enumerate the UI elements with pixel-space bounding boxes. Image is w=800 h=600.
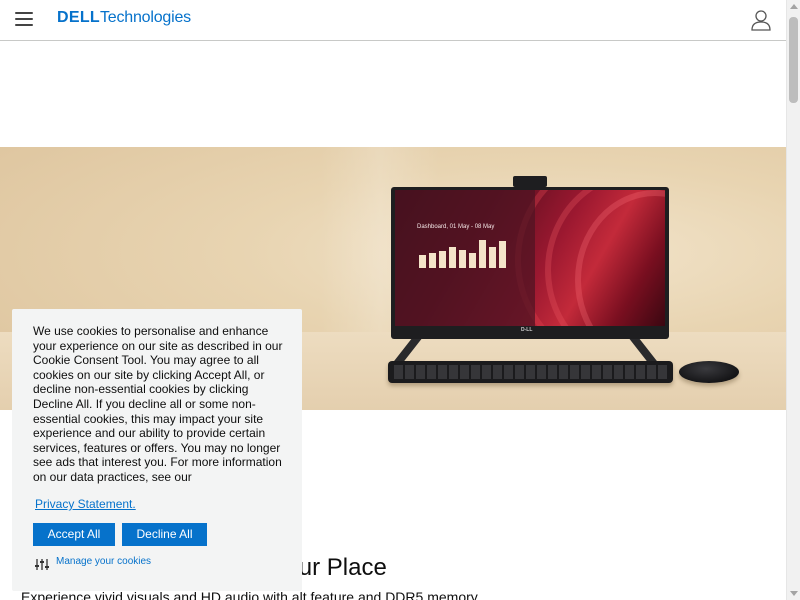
- privacy-statement-link[interactable]: Privacy Statement.: [35, 497, 136, 511]
- screen-dashboard-title: Dashboard, 01 May - 08 May: [417, 224, 495, 230]
- all-in-one-monitor: Dashboard, 01 May - 08 May D-LL: [391, 187, 669, 339]
- monitor-screen: Dashboard, 01 May - 08 May: [395, 190, 665, 326]
- screen-dashboard-bar: [419, 255, 426, 268]
- screen-dashboard-bar: [459, 250, 466, 268]
- decline-all-button[interactable]: Decline All: [122, 523, 207, 546]
- manage-cookies-label: Manage your cookies: [56, 556, 152, 567]
- screen-dashboard-chart: [419, 238, 509, 268]
- dell-technologies-logo[interactable]: DELLTechnologies: [57, 9, 191, 27]
- page-scrollbar[interactable]: [786, 0, 800, 600]
- keyboard: [388, 361, 673, 383]
- scroll-down-arrow-icon[interactable]: [790, 591, 798, 596]
- logo-brand: DELL: [57, 9, 100, 26]
- logo-suffix: Technologies: [99, 9, 191, 26]
- screen-dashboard-bar: [469, 253, 476, 268]
- cookie-consent-banner: We use cookies to personalise and enhanc…: [12, 309, 302, 591]
- scroll-thumb[interactable]: [789, 17, 798, 103]
- accept-all-button[interactable]: Accept All: [33, 523, 115, 546]
- screen-dashboard-bar: [489, 247, 496, 268]
- monitor-dell-badge: D-LL: [521, 327, 533, 333]
- monitor-webcam: [513, 176, 547, 187]
- site-header: DELLTechnologies: [0, 0, 786, 41]
- hamburger-menu-icon[interactable]: [15, 12, 33, 26]
- cookie-consent-text: We use cookies to personalise and enhanc…: [33, 324, 283, 484]
- screen-dashboard-bar: [449, 247, 456, 268]
- screen-dashboard-bar: [439, 251, 446, 268]
- sliders-icon: [35, 557, 49, 570]
- screen-dashboard-bar: [429, 253, 436, 268]
- mouse: [679, 361, 739, 383]
- user-account-icon[interactable]: [750, 9, 772, 31]
- scroll-up-arrow-icon[interactable]: [790, 4, 798, 9]
- screen-dashboard-bar: [479, 240, 486, 268]
- screen-dashboard-bar: [499, 241, 506, 268]
